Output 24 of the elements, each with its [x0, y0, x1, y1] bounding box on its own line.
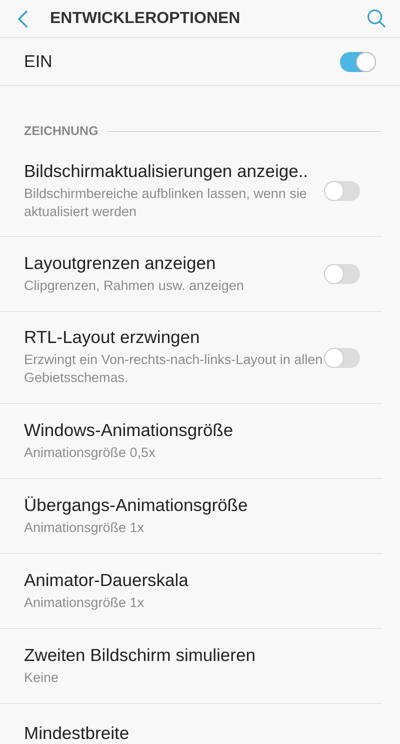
setting-summary: Bildschirmbereiche aufblinken lassen, wenn sie aktualisiert werden: [24, 184, 308, 221]
setting-title[interactable]: RTL-Layout erzwingen: [24, 327, 324, 350]
search-icon[interactable]: [367, 9, 386, 28]
toggle-switch[interactable]: [324, 181, 360, 201]
section-header: ZEICHNUNG: [24, 122, 98, 140]
setting-summary: Keine: [24, 668, 60, 687]
setting-summary: Animationsgröße 1x: [24, 518, 146, 537]
setting-summary: Clipgrenzen, Rahmen usw. anzeigen: [24, 276, 245, 295]
setting-title[interactable]: Bildschirmaktualisierungen anzeige..: [24, 160, 324, 183]
setting-title[interactable]: Mindestbreite: [24, 722, 358, 744]
setting-summary: Animationsgröße 1x: [24, 594, 146, 612]
toggle-switch[interactable]: [324, 348, 360, 368]
setting-title[interactable]: Animator-Dauerskala: [24, 570, 358, 592]
toggle-switch[interactable]: [324, 264, 360, 284]
setting-summary: Erzwingt ein Von-rechts-nach-links-Layout in allen Gebietsschemas.: [24, 351, 324, 388]
master-switch-label: EIN: [24, 50, 52, 73]
setting-title[interactable]: Layoutgrenzen anzeigen: [24, 252, 324, 275]
back-icon[interactable]: [18, 10, 28, 28]
setting-summary: Animationsgröße 0,5x: [24, 444, 156, 462]
setting-title[interactable]: Zweiten Bildschirm simulieren: [24, 644, 358, 667]
screen-title: ENTWICKLEROPTIONEN: [50, 8, 240, 28]
master-switch[interactable]: [340, 52, 376, 72]
setting-title[interactable]: Übergangs-Animationsgröße: [24, 494, 358, 517]
setting-title[interactable]: Windows-Animationsgröße: [24, 420, 358, 442]
